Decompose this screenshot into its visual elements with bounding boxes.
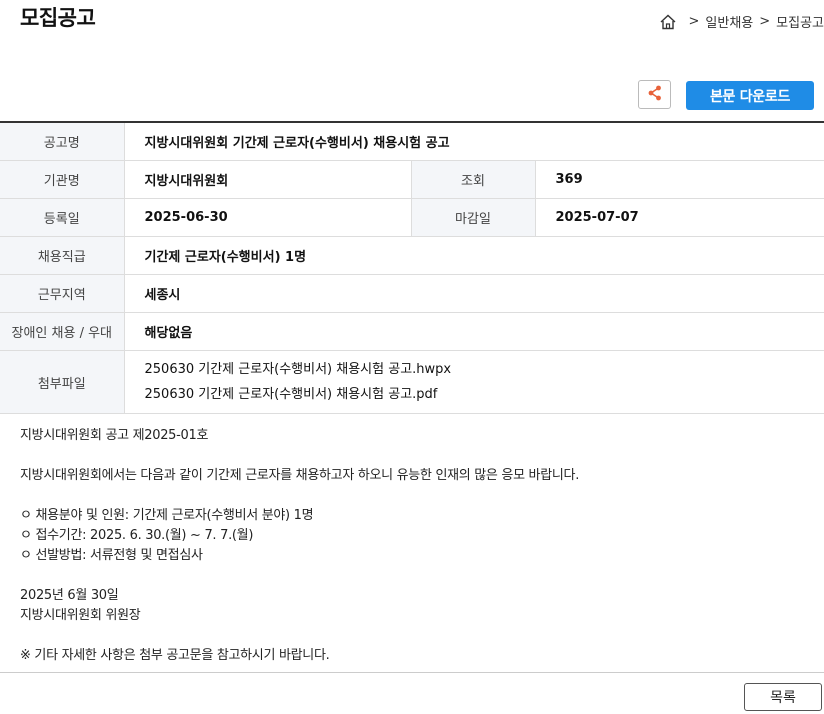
divider (0, 672, 824, 673)
share-icon (646, 84, 664, 106)
notice-body: 지방시대위원회 공고 제2025-01호 지방시대위원회에서는 다음과 같이 기… (20, 426, 579, 666)
body-line: 지방시대위원회 공고 제2025-01호 (20, 428, 209, 443)
table-row: 장애인 채용 / 우대 해당없음 (0, 312, 824, 351)
home-icon[interactable] (659, 13, 677, 31)
label-attachments: 첨부파일 (0, 350, 125, 414)
table-row: 등록일 2025-06-30 마감일 2025-07-07 (0, 198, 824, 237)
value-title: 지방시대위원회 기간제 근로자(수행비서) 채용시험 공고 (124, 122, 824, 161)
value-views: 369 (535, 160, 824, 199)
body-line: 지방시대위원회에서는 다음과 같이 기간제 근로자를 채용하고자 하오니 유능한… (20, 468, 580, 483)
body-line: ㅇ 접수기간: 2025. 6. 30.(월) ~ 7. 7.(월) (20, 528, 254, 543)
breadcrumb-item-general-recruit[interactable]: 일반채용 (705, 12, 753, 31)
value-org: 지방시대위원회 (124, 160, 412, 199)
table-row: 첨부파일 250630 기간제 근로자(수행비서) 채용시험 공고.hwpx 2… (0, 350, 824, 414)
body-line (20, 486, 579, 506)
info-table: 공고명 지방시대위원회 기간제 근로자(수행비서) 채용시험 공고 기관명 지방… (0, 121, 824, 414)
table-row: 기관명 지방시대위원회 조회 369 (0, 160, 824, 199)
share-button[interactable] (638, 80, 671, 109)
download-button[interactable]: 본문 다운로드 (686, 81, 814, 110)
value-location: 세종시 (124, 274, 824, 313)
label-position: 채용직급 (0, 236, 125, 275)
label-org: 기관명 (0, 160, 125, 199)
label-disability: 장애인 채용 / 우대 (0, 312, 125, 351)
breadcrumb-separator: > (688, 14, 700, 29)
breadcrumb: > 일반채용 > 모집공고 (659, 12, 824, 31)
label-registered: 등록일 (0, 198, 125, 237)
table-row: 근무지역 세종시 (0, 274, 824, 313)
list-button[interactable]: 목록 (744, 683, 822, 711)
body-line: 지방시대위원회 위원장 (20, 608, 141, 623)
page-title: 모집공고 (20, 6, 96, 30)
body-line (20, 566, 579, 586)
breadcrumb-separator: > (759, 14, 771, 29)
table-row: 채용직급 기간제 근로자(수행비서) 1명 (0, 236, 824, 275)
value-disability: 해당없음 (124, 312, 824, 351)
value-registered: 2025-06-30 (124, 198, 412, 237)
value-deadline: 2025-07-07 (535, 198, 824, 237)
body-line: ㅇ 채용분야 및 인원: 기간제 근로자(수행비서 분야) 1명 (20, 508, 314, 523)
label-location: 근무지역 (0, 274, 125, 313)
body-line: ※ 기타 자세한 사항은 첨부 공고문을 참고하시기 바랍니다. (20, 648, 330, 663)
breadcrumb-item-notice[interactable]: 모집공고 (776, 12, 824, 31)
value-attachments: 250630 기간제 근로자(수행비서) 채용시험 공고.hwpx 250630… (124, 350, 824, 414)
attachment-link-pdf[interactable]: 250630 기간제 근로자(수행비서) 채용시험 공고.pdf (145, 382, 824, 407)
table-row: 공고명 지방시대위원회 기간제 근로자(수행비서) 채용시험 공고 (0, 122, 824, 161)
label-deadline: 마감일 (411, 198, 536, 237)
body-line: ㅇ 선발방법: 서류전형 및 면접심사 (20, 548, 203, 563)
label-title: 공고명 (0, 122, 125, 161)
body-line (20, 446, 579, 466)
label-views: 조회 (411, 160, 536, 199)
attachment-link-hwpx[interactable]: 250630 기간제 근로자(수행비서) 채용시험 공고.hwpx (145, 357, 824, 382)
body-line: 2025년 6월 30일 (20, 588, 119, 603)
value-position: 기간제 근로자(수행비서) 1명 (124, 236, 824, 275)
body-line (20, 626, 579, 646)
